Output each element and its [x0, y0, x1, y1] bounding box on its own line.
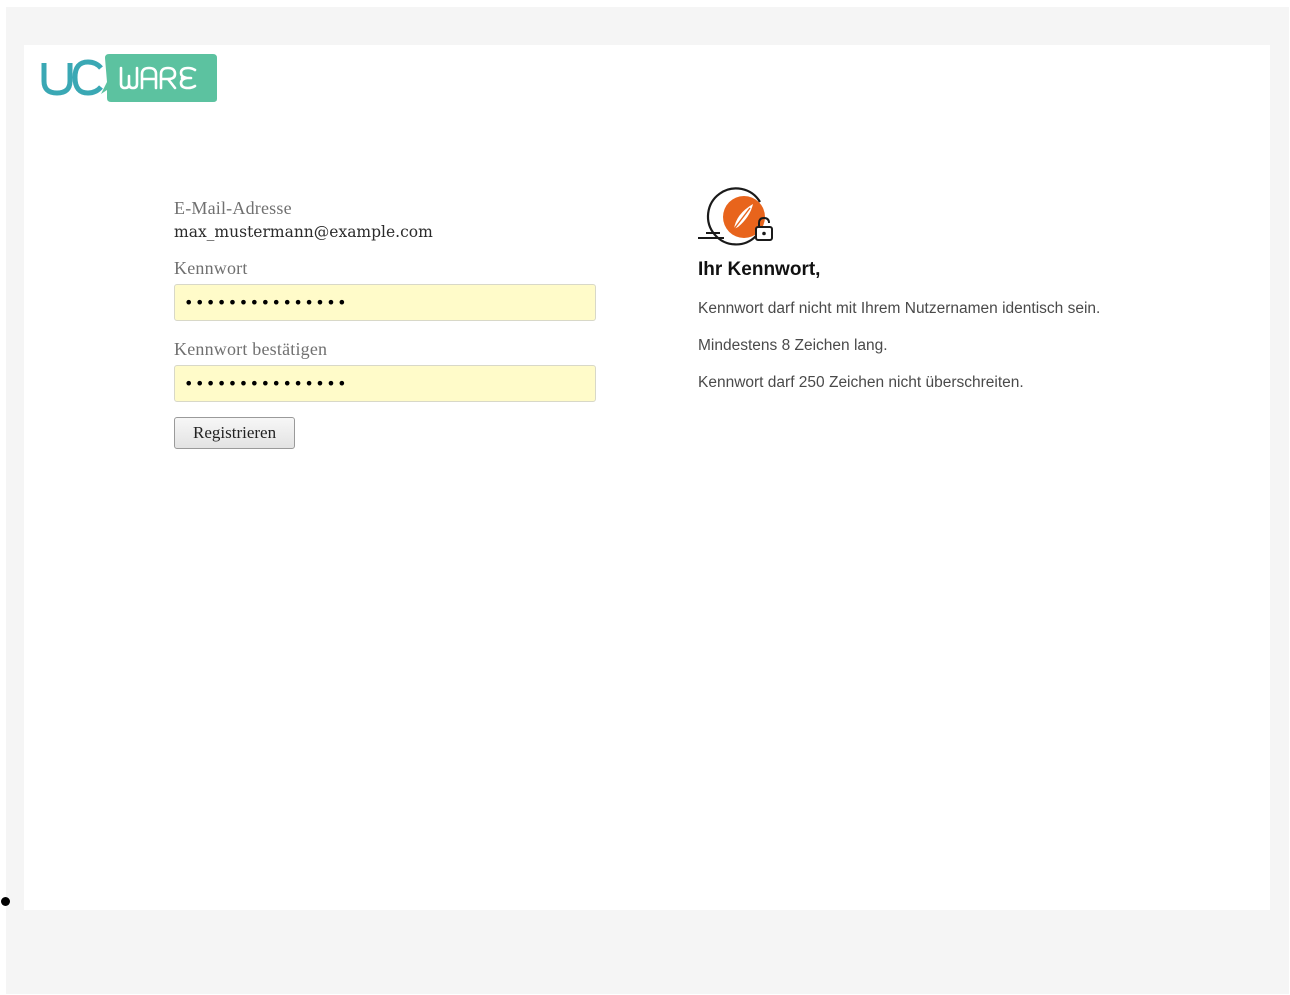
password-label: Kennwort: [174, 258, 248, 278]
password-rule: Kennwort darf nicht mit Ihrem Nutzername…: [698, 300, 1101, 317]
password-info-panel: Ihr Kennwort, Kennwort darf nicht mit Ih…: [698, 184, 1218, 393]
email-label: E-Mail-Adresse: [174, 198, 292, 218]
ucware-logo: [41, 54, 217, 102]
registration-form: E-Mail-Adresse max_mustermann@example.co…: [174, 197, 598, 449]
confirm-password-field[interactable]: [174, 365, 596, 402]
bullet-dot: [1, 897, 10, 906]
content-card: [24, 45, 1270, 910]
password-lock-icon: [698, 187, 773, 246]
password-rule: Mindestens 8 Zeichen lang.: [698, 337, 888, 354]
password-field[interactable]: [174, 284, 596, 321]
email-value: max_mustermann@example.com: [174, 223, 433, 241]
register-button[interactable]: Registrieren: [174, 417, 296, 449]
confirm-password-label: Kennwort bestätigen: [174, 339, 328, 359]
info-title: Ihr Kennwort,: [698, 259, 821, 280]
password-rule: Kennwort darf 250 Zeichen nicht überschr…: [698, 374, 1024, 391]
